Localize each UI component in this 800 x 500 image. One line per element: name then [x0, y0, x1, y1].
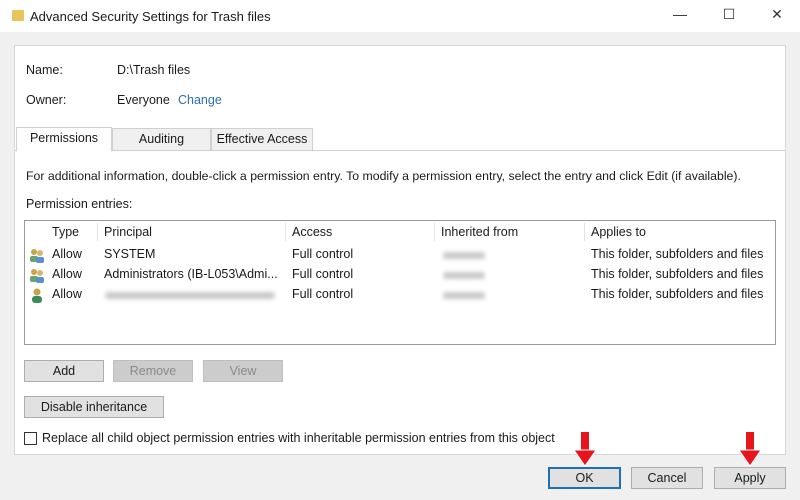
arrow-down-icon [574, 432, 596, 467]
tab-effective-access[interactable]: Effective Access [211, 128, 313, 151]
table-row[interactable]: Allow Administrators (IB-L053\Admi... Fu… [25, 265, 775, 285]
column-applies-to[interactable]: Applies to [591, 225, 646, 239]
entry-applies: This folder, subfolders and files [591, 267, 764, 281]
entry-principal-blurred [105, 292, 275, 299]
entry-inherited-blurred [443, 272, 485, 279]
cancel-button[interactable]: Cancel [631, 467, 703, 489]
column-principal[interactable]: Principal [104, 225, 152, 239]
title-bar: Advanced Security Settings for Trash fil… [0, 0, 800, 32]
tab-permissions[interactable]: Permissions [16, 127, 112, 152]
disable-inheritance-button[interactable]: Disable inheritance [24, 396, 164, 418]
window-title: Advanced Security Settings for Trash fil… [30, 9, 271, 24]
entry-access: Full control [292, 267, 354, 281]
entry-access: Full control [292, 247, 354, 261]
entry-access: Full control [292, 287, 354, 301]
apply-button[interactable]: Apply [714, 467, 786, 489]
column-inherited-from[interactable]: Inherited from [441, 225, 518, 239]
name-label: Name: [26, 63, 63, 77]
change-owner-link[interactable]: Change [178, 93, 222, 107]
entry-principal: SYSTEM [104, 247, 156, 261]
group-users-icon [30, 269, 44, 283]
entry-inherited-blurred [443, 252, 485, 259]
ok-button[interactable]: OK [548, 467, 621, 489]
replace-permissions-label[interactable]: Replace all child object permission entr… [42, 431, 555, 445]
add-button[interactable]: Add [24, 360, 104, 382]
folder-icon [12, 10, 24, 21]
table-row[interactable]: Allow Full control This folder, subfolde… [25, 285, 775, 305]
column-access[interactable]: Access [292, 225, 332, 239]
remove-button[interactable]: Remove [113, 360, 193, 382]
arrow-down-icon [739, 432, 761, 467]
group-users-icon [30, 249, 44, 263]
permission-entries-list[interactable]: Type Principal Access Inherited from App… [24, 220, 776, 345]
view-button[interactable]: View [203, 360, 283, 382]
owner-label: Owner: [26, 93, 67, 107]
owner-value: Everyone [117, 93, 170, 107]
user-icon [32, 288, 42, 303]
tab-auditing[interactable]: Auditing [112, 128, 211, 151]
entry-inherited-blurred [443, 292, 485, 299]
entry-applies: This folder, subfolders and files [591, 247, 764, 261]
permission-entries-label: Permission entries: [26, 197, 133, 211]
entry-type: Allow [52, 247, 82, 261]
description-text: For additional information, double-click… [26, 169, 741, 183]
entry-type: Allow [52, 267, 82, 281]
column-type[interactable]: Type [52, 225, 79, 239]
maximize-button[interactable]: ☐ [714, 6, 744, 26]
table-row[interactable]: Allow SYSTEM Full control This folder, s… [25, 245, 775, 265]
entry-type: Allow [52, 287, 82, 301]
name-value: D:\Trash files [117, 63, 191, 77]
entry-applies: This folder, subfolders and files [591, 287, 764, 301]
replace-permissions-checkbox[interactable] [24, 432, 37, 445]
close-button[interactable]: ✕ [762, 6, 792, 26]
minimize-button[interactable]: — [665, 6, 695, 26]
entry-principal: Administrators (IB-L053\Admi... [104, 267, 278, 281]
